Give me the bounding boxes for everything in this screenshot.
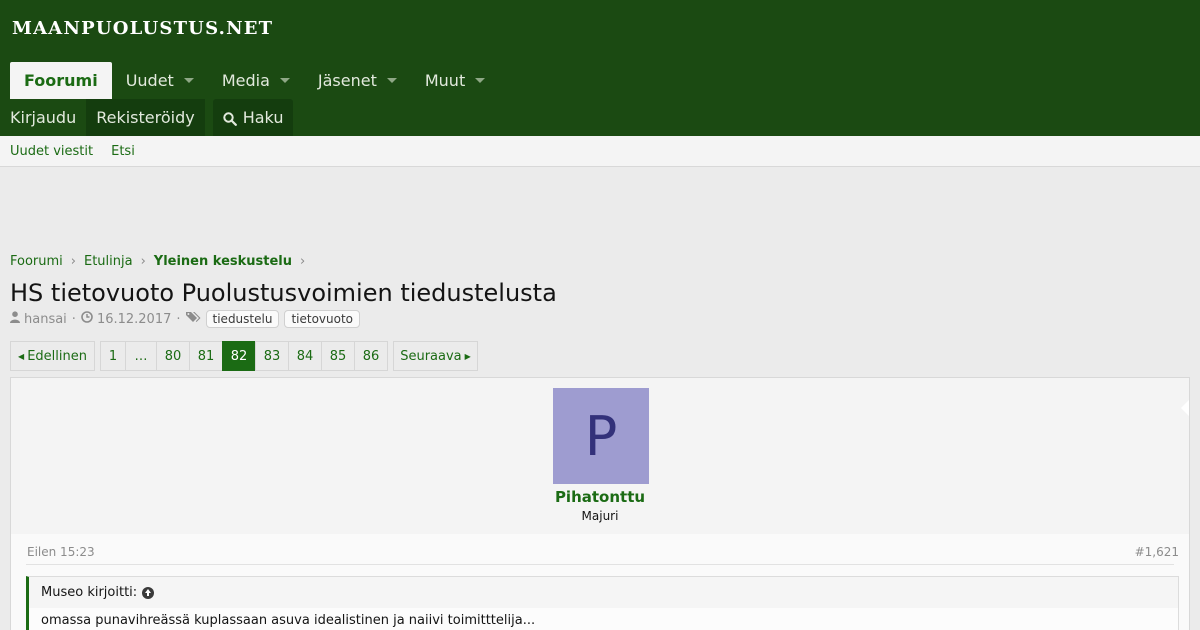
post-user-title: Majuri [581, 509, 619, 523]
caret-down-icon[interactable] [475, 78, 486, 83]
search-button[interactable]: Haku [212, 99, 294, 136]
page-link[interactable]: 86 [354, 341, 388, 371]
page-ellipsis[interactable]: … [125, 341, 157, 371]
separator-dot: · [176, 311, 181, 327]
page-link[interactable]: 1 [100, 341, 126, 371]
clock-icon [81, 311, 93, 327]
tab-label: Foorumi [24, 71, 98, 90]
post: P Pihatonttu Majuri Eilen 15:23 #1,621 M… [10, 377, 1190, 630]
breadcrumb-item[interactable]: Yleinen keskustelu [154, 254, 292, 269]
thread-author[interactable]: hansai [24, 312, 67, 327]
tab-foorumi[interactable]: Foorumi [10, 62, 112, 99]
chevron-right-icon: › [140, 254, 146, 269]
page-link[interactable]: 81 [189, 341, 223, 371]
tag-item[interactable]: tiedustelu [205, 310, 280, 328]
search-icon [223, 111, 237, 126]
arrow-up-icon[interactable] [142, 586, 155, 599]
tab-uudet[interactable]: Uudet [112, 62, 208, 99]
breadcrumb-item[interactable]: Foorumi [10, 254, 63, 269]
separator-dot: · [71, 311, 76, 327]
page-link[interactable]: 84 [288, 341, 322, 371]
site-logo[interactable]: MAANPUOLUSTUS.NET [12, 18, 273, 39]
chevron-right-icon: › [300, 254, 306, 269]
quote-block: Museo kirjoitti: omassa punavihreässä ku… [26, 576, 1179, 630]
quote-header: Museo kirjoitti: [41, 585, 155, 600]
tab-label: Jäsenet [317, 71, 377, 90]
thread-meta: hansai · 16.12.2017 · tiedustelu tietovu… [10, 310, 361, 328]
caret-left-icon: ◀ [18, 351, 25, 361]
caret-down-icon[interactable] [183, 78, 194, 83]
tab-media[interactable]: Media [208, 62, 304, 99]
page-link[interactable]: 85 [321, 341, 355, 371]
user-bar: Kirjaudu Rekisteröidy Haku [0, 99, 294, 136]
tab-label: Muut [424, 71, 466, 90]
pagination: ◀ Edellinen 1 … 80 81 82 83 84 85 86 Seu… [10, 341, 478, 371]
post-date[interactable]: Eilen 15:23 [27, 545, 95, 559]
tab-muut[interactable]: Muut [411, 62, 499, 99]
divider [26, 564, 1174, 565]
page-link[interactable]: 83 [255, 341, 289, 371]
avatar-letter: P [584, 404, 618, 468]
tab-label: Media [221, 71, 270, 90]
next-label: Seuraava [400, 348, 462, 364]
tag-item[interactable]: tietovuoto [284, 310, 361, 328]
post-number[interactable]: #1,621 [1135, 545, 1179, 559]
subnav-search[interactable]: Etsi [111, 144, 135, 159]
tab-jasenet[interactable]: Jäsenet [304, 62, 411, 99]
search-label: Haku [242, 108, 284, 127]
next-page-button[interactable]: Seuraava ▶ [393, 341, 478, 371]
register-button[interactable]: Rekisteröidy [86, 99, 205, 136]
login-button[interactable]: Kirjaudu [0, 99, 86, 136]
quote-body: omassa punavihreässä kuplassaan asuva id… [29, 608, 1178, 630]
user-icon [10, 311, 20, 327]
post-user-block: P Pihatonttu Majuri [11, 378, 1189, 534]
post-arrow [1181, 400, 1189, 416]
caret-down-icon[interactable] [386, 78, 397, 83]
page-link[interactable]: 80 [156, 341, 190, 371]
sub-nav: Uudet viestit Etsi [0, 136, 1200, 167]
page-current[interactable]: 82 [222, 341, 256, 371]
main-nav: Foorumi Uudet Media Jäsenet Muut [10, 62, 499, 99]
quote-author: Museo kirjoitti: [41, 585, 138, 600]
post-username[interactable]: Pihatonttu [11, 488, 1189, 506]
subnav-new-posts[interactable]: Uudet viestit [10, 144, 93, 159]
prev-label: Edellinen [27, 348, 87, 364]
site-header: MAANPUOLUSTUS.NET Foorumi Uudet Media Jä… [0, 0, 1200, 136]
tab-label: Uudet [125, 71, 174, 90]
tags-icon [185, 311, 201, 327]
breadcrumb: Foorumi › Etulinja › Yleinen keskustelu … [10, 254, 313, 269]
caret-down-icon[interactable] [279, 78, 290, 83]
thread-date[interactable]: 16.12.2017 [97, 312, 171, 327]
page-title: HS tietovuoto Puolustusvoimien tiedustel… [10, 279, 557, 307]
chevron-right-icon: › [70, 254, 76, 269]
avatar[interactable]: P [553, 388, 649, 484]
prev-page-button[interactable]: ◀ Edellinen [10, 341, 95, 371]
caret-right-icon: ▶ [464, 351, 471, 361]
breadcrumb-item[interactable]: Etulinja [84, 254, 133, 269]
